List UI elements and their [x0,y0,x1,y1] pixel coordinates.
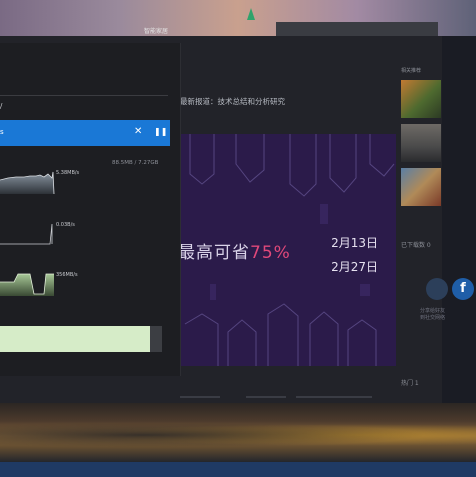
facebook-icon[interactable]: f [452,278,474,300]
close-icon[interactable]: ✕ [134,127,142,137]
christmas-tree-icon[interactable] [246,8,256,22]
panel-divider [0,95,168,96]
footer-divider [296,396,372,398]
banner-date-start: 2月13日 [331,236,378,250]
banner-date-end: 2月27日 [331,260,378,274]
share-text-line: 分享给好友 [420,308,446,314]
sidebar-header: 相关推荐 [401,68,422,74]
share-text: 分享给好友 到社交网络 [420,308,470,322]
disk-graph [0,220,56,246]
sidebar-thumbnail[interactable] [401,168,441,206]
pause-icon[interactable]: ❚❚ [154,127,167,137]
download-progress-bar [0,326,162,352]
network-graph [0,270,56,296]
article-title[interactable]: 最新报道：技术总结和分析研究 [180,96,390,107]
taskbar[interactable] [0,462,476,477]
share-text-line: 到社交网络 [420,315,446,321]
active-download-row[interactable]: s ✕ ❚❚ [0,120,170,146]
downloads-section-label: / [0,102,3,110]
sidebar-thumbnail[interactable] [401,80,441,118]
footer-divider [246,396,286,398]
download-total: 88.5MB / 7.27GB [112,160,159,166]
network-graph-svg [0,273,54,296]
sidebar-stat: 已下载数 0 [401,242,431,249]
desktop-label: 智能家居 [144,28,169,35]
promo-banner[interactable]: 最高可省75% 2月13日 2月27日 [180,134,396,366]
banner-headline-prefix: 最高可省 [180,243,250,263]
speed-graph-svg [0,171,55,194]
network-rate: 356MB/s [56,272,78,278]
speed-rate: 5.38MB/s [56,170,80,176]
download-progress-fill [0,326,150,352]
disk-rate: 0.03B/s [56,222,75,228]
desktop-widget [276,22,438,36]
banner-headline: 最高可省75% [180,238,291,263]
desktop-wallpaper-bottom [0,403,476,463]
banner-headline-percent: 75% [250,243,291,263]
footer-divider [180,396,220,398]
sidebar-thumbnail[interactable] [401,124,441,162]
disk-graph-svg [0,223,53,245]
sidebar-mini-label: 热门 1 [401,380,419,387]
share-button[interactable] [426,278,448,300]
speed-graph [0,168,56,194]
download-item-label: s [0,128,4,136]
